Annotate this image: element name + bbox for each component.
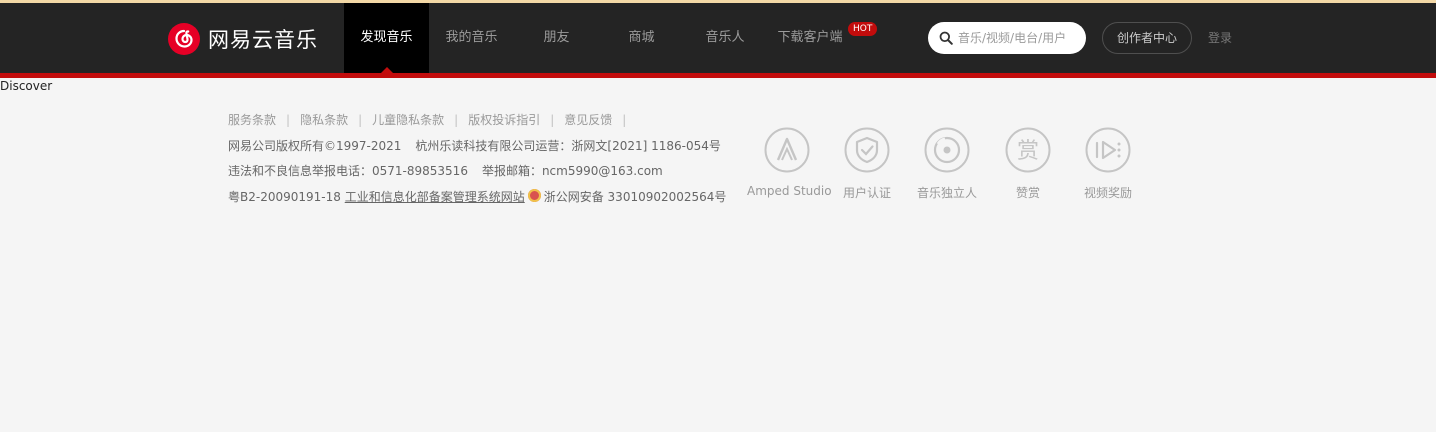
footer-badge-user-verify[interactable]: 用户认证	[827, 127, 907, 201]
footer-link-copyright-complaint[interactable]: 版权投诉指引	[468, 113, 540, 127]
footer-links: 服务条款 | 隐私条款 | 儿童隐私条款 | 版权投诉指引 | 意见反馈 |	[228, 111, 636, 128]
header-red-divider	[0, 73, 1436, 78]
creator-center-button[interactable]: 创作者中心	[1102, 22, 1192, 54]
nav-label: 我的音乐	[445, 30, 498, 45]
search-icon	[939, 31, 953, 45]
footer-badge-video-reward[interactable]: 视频奖励	[1068, 127, 1148, 201]
footer-badge-amped-studio[interactable]: Amped Studio	[747, 127, 832, 198]
badge-label: 用户认证	[842, 186, 891, 200]
nav-musician[interactable]: 音乐人	[684, 3, 766, 73]
footer-separator: |	[286, 113, 291, 127]
footer-link-terms[interactable]: 服务条款	[228, 113, 276, 127]
badge-label: 视频奖励	[1083, 186, 1132, 200]
footer-separator: |	[622, 113, 627, 127]
netease-music-logo-icon	[168, 23, 200, 55]
top-navigation-bar: 网易云音乐 发现音乐 我的音乐 朋友 商城 音乐人 下载客户端 HOT 创作者中…	[0, 3, 1436, 73]
nav-store[interactable]: 商城	[599, 3, 684, 73]
nav-label: 发现音乐	[360, 30, 413, 45]
nav-download-client[interactable]: 下载客户端	[766, 3, 854, 73]
login-link[interactable]: 登录	[1208, 29, 1232, 46]
nav-label: 商城	[628, 30, 655, 45]
footer-link-privacy[interactable]: 隐私条款	[300, 113, 348, 127]
report-phone-text: 违法和不良信息举报电话：0571-89853516	[228, 164, 468, 178]
report-email-text: 举报邮箱：ncm5990@163.com	[481, 164, 663, 178]
copyright-text: 网易公司版权所有©1997-2021	[228, 139, 402, 153]
footer-badge-independent-musician[interactable]: 音乐独立人	[907, 127, 987, 201]
logo-text: 网易云音乐	[208, 28, 318, 52]
police-record-link[interactable]: 浙公网安备 33010902002564号	[544, 190, 727, 204]
discover-frame-label: Discover	[0, 79, 53, 93]
footer-separator: |	[454, 113, 459, 127]
hot-badge: HOT	[848, 22, 878, 36]
nav-label: 下载客户端	[777, 30, 843, 45]
footer-separator: |	[550, 113, 555, 127]
nav-label: 音乐人	[705, 30, 745, 45]
footer-link-feedback[interactable]: 意见反馈	[564, 113, 612, 127]
badge-label: 音乐独立人	[916, 186, 977, 200]
search-box[interactable]	[928, 22, 1086, 54]
user-verify-icon	[844, 127, 890, 173]
logo[interactable]: 网易云音乐	[168, 22, 318, 56]
search-input[interactable]	[958, 22, 1080, 54]
independent-musician-icon	[924, 127, 970, 173]
nav-label: 朋友	[543, 30, 570, 45]
nav-discover-music[interactable]: 发现音乐	[344, 3, 429, 73]
badge-label: 赞赏	[1015, 186, 1040, 200]
nav-friends[interactable]: 朋友	[514, 3, 599, 73]
badge-label: Amped Studio	[747, 184, 832, 198]
svg-text:赏: 赏	[1017, 139, 1039, 164]
footer-badge-reward[interactable]: 赏 赞赏	[988, 127, 1068, 201]
reward-icon: 赏	[1005, 127, 1051, 173]
footer-separator: |	[358, 113, 363, 127]
footer-copyright-line: 网易公司版权所有©1997-2021 杭州乐读科技有限公司运营：浙网文[2021]…	[228, 137, 721, 154]
amped-studio-icon	[764, 127, 810, 173]
footer-report-line: 违法和不良信息举报电话：0571-89853516 举报邮箱：ncm5990@16…	[228, 162, 663, 179]
footer-link-child-privacy[interactable]: 儿童隐私条款	[372, 113, 444, 127]
nav-my-music[interactable]: 我的音乐	[429, 3, 514, 73]
operator-text: 杭州乐读科技有限公司运营：浙网文[2021] 1186-054号	[415, 139, 721, 153]
police-badge-icon	[527, 189, 541, 202]
icp-text: 粤B2-20090191-18	[228, 190, 341, 204]
icp-link[interactable]: 工业和信息化部备案管理系统网站	[345, 190, 525, 204]
footer-license-line: 粤B2-20090191-18 工业和信息化部备案管理系统网站 浙公网安备 330…	[228, 188, 726, 205]
video-reward-icon	[1085, 127, 1131, 173]
